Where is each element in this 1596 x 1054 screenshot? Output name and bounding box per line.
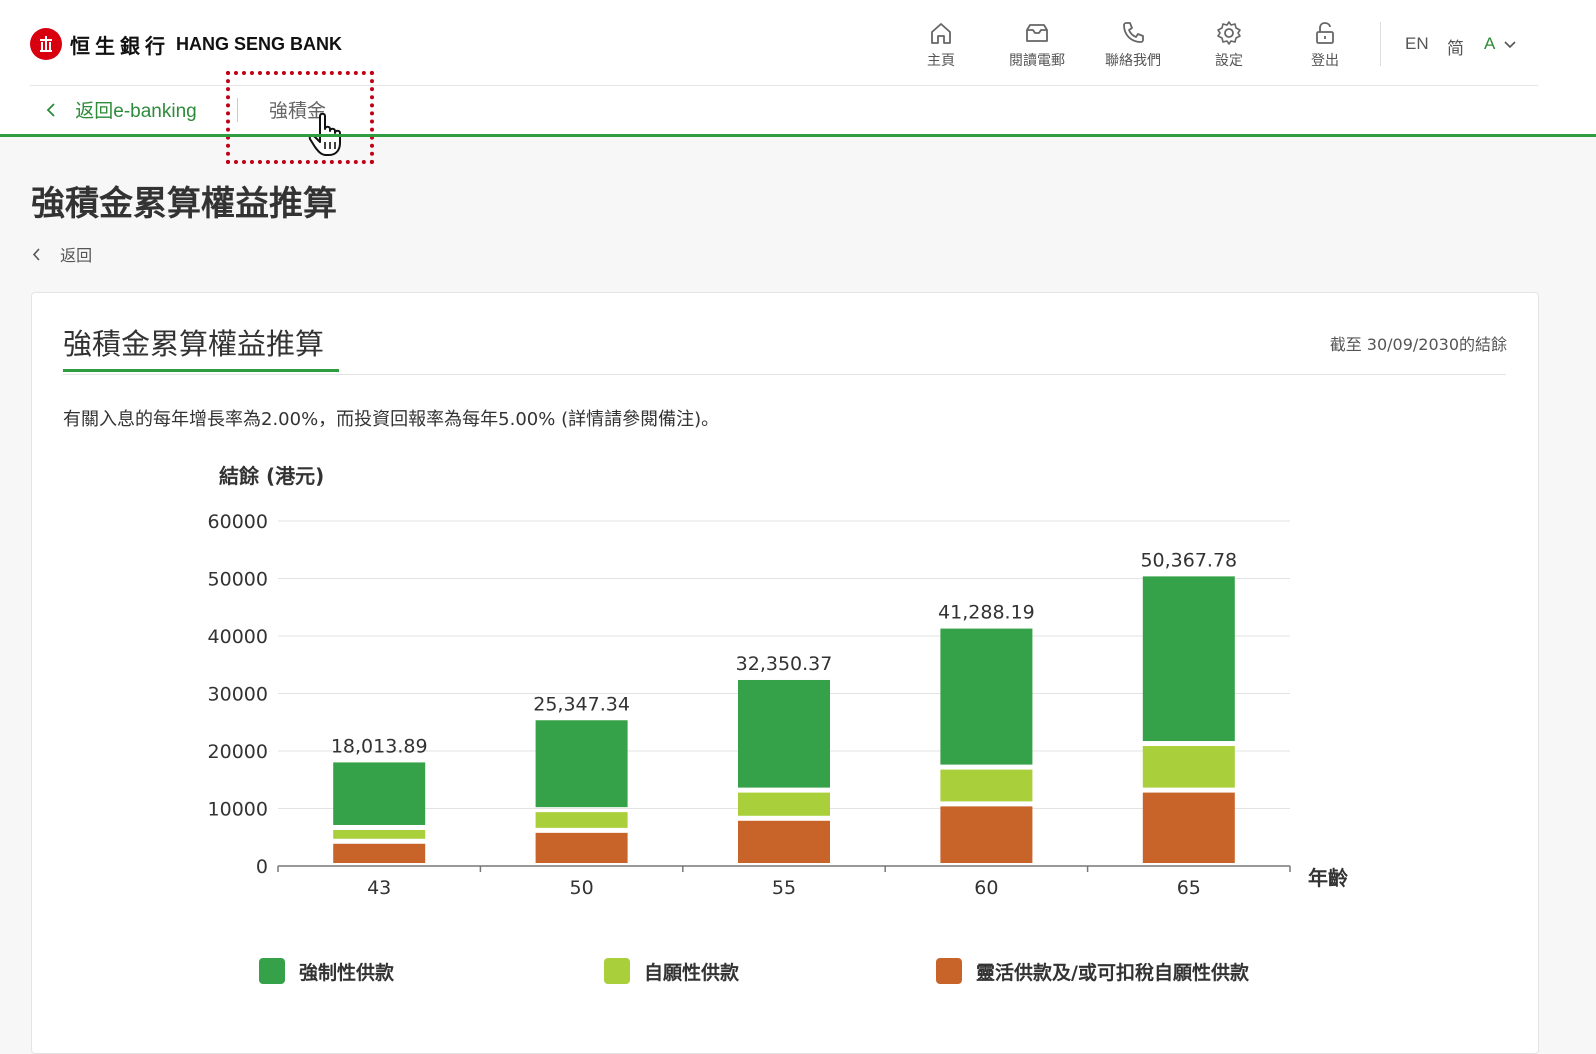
y-tick-label: 0	[256, 856, 268, 878]
nav-contact-label: 聯絡我們	[1105, 53, 1161, 69]
y-tick-label: 30000	[208, 684, 268, 706]
bar-total-label: 50,367.78	[1140, 549, 1237, 571]
x-tick-label: 55	[772, 877, 796, 899]
bar-segment	[1142, 746, 1235, 788]
y-tick-label: 10000	[208, 799, 268, 821]
bar-segment	[535, 720, 628, 808]
card-divider	[63, 374, 1506, 375]
balance-bar-chart: 結餘 (港元) 年齡 0 10000 20000 30000 40000 50000 600…	[208, 464, 1348, 899]
back-link[interactable]: 返回	[32, 242, 92, 266]
legend-item: 強制性供款	[259, 958, 559, 988]
x-axis-label: 年齡	[1308, 866, 1348, 890]
inbox-icon	[1026, 24, 1048, 42]
bar-segment	[333, 829, 426, 839]
back-link-label: 返回	[60, 246, 93, 265]
bar-segment	[535, 832, 628, 863]
lang-en-link[interactable]: EN	[1405, 34, 1429, 54]
legend-item: 靈活供款及/或可扣稅自願性供款	[936, 958, 1256, 988]
bar-segment	[1142, 792, 1235, 863]
back-to-ebanking-link[interactable]: 返回e-banking	[46, 96, 197, 123]
as-of-date: 截至 30/09/2030的結餘	[1329, 335, 1507, 354]
bar-total-label: 25,347.34	[533, 693, 630, 715]
card-title-underline	[63, 369, 339, 372]
bar-segment	[333, 762, 426, 825]
y-tick-label: 60000	[208, 511, 268, 533]
legend-item: 自願性供款	[604, 958, 904, 988]
nav-logout[interactable]: 登出	[1280, 20, 1370, 70]
legend-label: 強制性供款	[299, 962, 395, 984]
chevron-left-icon	[46, 103, 55, 117]
y-tick-label: 50000	[208, 569, 268, 591]
lang-sc-link[interactable]: 简	[1447, 34, 1464, 59]
top-nav: 主頁 閱讀電郵 聯絡我們 設定 登出	[0, 20, 1596, 72]
bar-segment	[940, 806, 1033, 863]
unlock-icon	[1316, 22, 1334, 44]
assumption-note: 有關入息的每年增長率為2.00%，而投資回報率為每年5.00% (詳情請參閱備注…	[63, 409, 720, 430]
bar-segment	[535, 812, 628, 828]
bar-total-label: 41,288.19	[938, 602, 1035, 624]
y-axis-label: 結餘 (港元)	[219, 464, 324, 488]
legend-swatch	[259, 958, 285, 984]
nav-settings-label: 設定	[1215, 53, 1243, 69]
bar-segment	[738, 792, 830, 816]
x-tick-label: 43	[367, 877, 391, 899]
nav-divider	[1380, 22, 1381, 66]
nav-home[interactable]: 主頁	[896, 20, 986, 70]
nav-contact[interactable]: 聯絡我們	[1088, 20, 1178, 70]
legend-label: 靈活供款及/或可扣稅自願性供款	[976, 962, 1249, 984]
header-accent-line	[0, 134, 1596, 137]
bar-segment	[1142, 576, 1235, 742]
back-to-ebanking-label: 返回e-banking	[75, 101, 197, 122]
card-title: 強積金累算權益推算	[63, 327, 325, 361]
nav-settings[interactable]: 設定	[1184, 20, 1274, 70]
y-tick-label: 40000	[208, 626, 268, 648]
bar-segment	[333, 843, 426, 863]
x-tick-label: 60	[974, 877, 998, 899]
x-tick-label: 50	[570, 877, 594, 899]
nav-inbox[interactable]: 閱讀電郵	[992, 20, 1082, 70]
legend-label: 自願性供款	[644, 962, 740, 984]
bar-segment	[738, 820, 830, 863]
chevron-down-icon	[1504, 41, 1516, 49]
bar-segment	[940, 769, 1033, 802]
home-icon	[931, 23, 951, 44]
bar-segment	[738, 679, 830, 788]
gear-icon	[1217, 21, 1241, 45]
phone-icon	[1123, 22, 1144, 43]
chevron-left-icon	[32, 248, 40, 261]
nav-logout-label: 登出	[1311, 53, 1339, 69]
font-size-label: A	[1484, 34, 1495, 53]
font-size-dropdown[interactable]: A	[1484, 34, 1516, 54]
bar-segment	[940, 628, 1033, 765]
bar-total-label: 32,350.37	[736, 653, 833, 675]
legend-swatch	[936, 958, 962, 984]
bar-total-label: 18,013.89	[331, 735, 428, 757]
nav-home-label: 主頁	[927, 53, 955, 69]
y-tick-label: 20000	[208, 741, 268, 763]
legend-swatch	[604, 958, 630, 984]
nav-inbox-label: 閱讀電郵	[1009, 53, 1065, 69]
page-title: 強積金累算權益推算	[31, 184, 337, 224]
x-tick-label: 65	[1177, 877, 1201, 899]
